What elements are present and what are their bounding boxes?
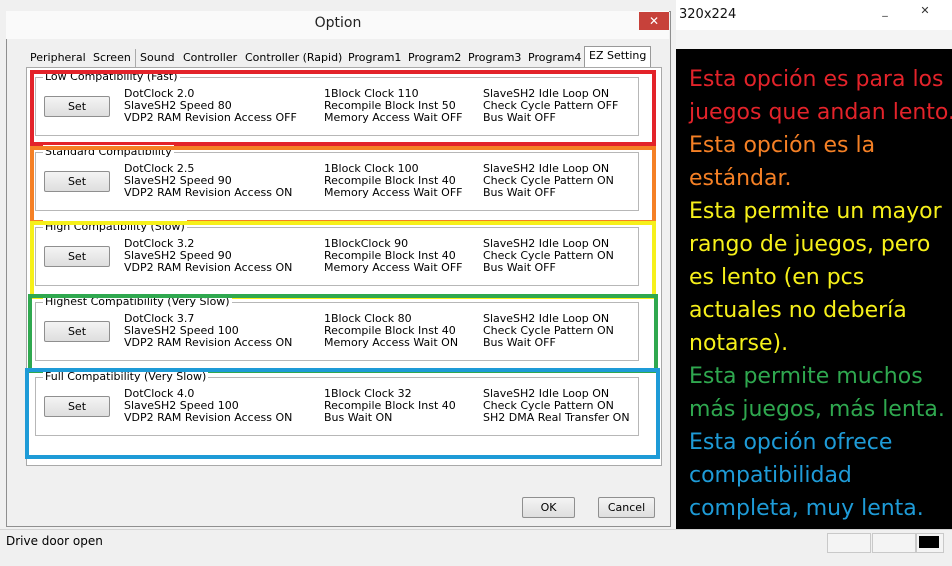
highlight-frame bbox=[30, 70, 656, 146]
note-line: compatibilidad bbox=[689, 463, 852, 488]
note-line: rango de juegos, pero bbox=[689, 232, 931, 257]
note-line: Esta permite muchos bbox=[689, 364, 923, 389]
host-close-button[interactable]: ✕ bbox=[910, 0, 940, 22]
note-line: estándar. bbox=[689, 166, 792, 191]
note-line: juegos que andan lento. bbox=[689, 100, 952, 125]
note-line: completa, muy lenta. bbox=[689, 496, 924, 521]
host-resolution-label: 320x224 bbox=[679, 7, 737, 22]
note-line: actuales no debería bbox=[689, 298, 907, 323]
status-bar bbox=[0, 529, 952, 566]
tab-controller[interactable]: Controller bbox=[179, 49, 243, 67]
note-line: Esta permite un mayor bbox=[689, 199, 942, 224]
tab-sound[interactable]: Sound bbox=[136, 49, 180, 67]
highlight-frame bbox=[30, 146, 656, 224]
dialog-title: Option bbox=[314, 15, 362, 31]
highlight-frame bbox=[28, 294, 658, 373]
ok-button[interactable]: OK bbox=[522, 497, 575, 518]
note-line: notarse). bbox=[689, 331, 789, 356]
tab-program4[interactable]: Program4 bbox=[524, 49, 587, 67]
host-maximize-button[interactable] bbox=[872, 0, 902, 22]
dialog-close-button[interactable]: ✕ bbox=[639, 12, 669, 30]
tab-ez-setting[interactable]: EZ Setting bbox=[584, 46, 652, 69]
status-text: Drive door open bbox=[6, 534, 103, 548]
note-line: Esta opción es la bbox=[689, 133, 876, 158]
tab-program2[interactable]: Program2 bbox=[404, 49, 467, 67]
highlight-frame bbox=[25, 368, 660, 459]
tab-program1[interactable]: Program1 bbox=[344, 49, 407, 67]
status-indicator bbox=[919, 536, 939, 548]
note-line: es lento (en pcs bbox=[689, 265, 865, 290]
tab-controller-rapid[interactable]: Controller (Rapid) bbox=[241, 49, 348, 67]
tab-program3[interactable]: Program3 bbox=[464, 49, 527, 67]
tab-screen[interactable]: Screen bbox=[89, 49, 136, 67]
option-dialog: Option ✕ Peripheral Screen Sound Control… bbox=[0, 3, 676, 529]
tab-peripheral[interactable]: Peripheral bbox=[26, 49, 91, 67]
note-line: Esta opción ofrece bbox=[689, 430, 893, 455]
status-cell bbox=[827, 533, 871, 553]
note-line: más juegos, más lenta. bbox=[689, 397, 945, 422]
note-line: Esta opción es para los bbox=[689, 67, 944, 92]
highlight-frame bbox=[30, 221, 656, 299]
cancel-button[interactable]: Cancel bbox=[598, 497, 655, 518]
status-cell bbox=[872, 533, 916, 553]
host-menu-strip bbox=[676, 30, 952, 49]
